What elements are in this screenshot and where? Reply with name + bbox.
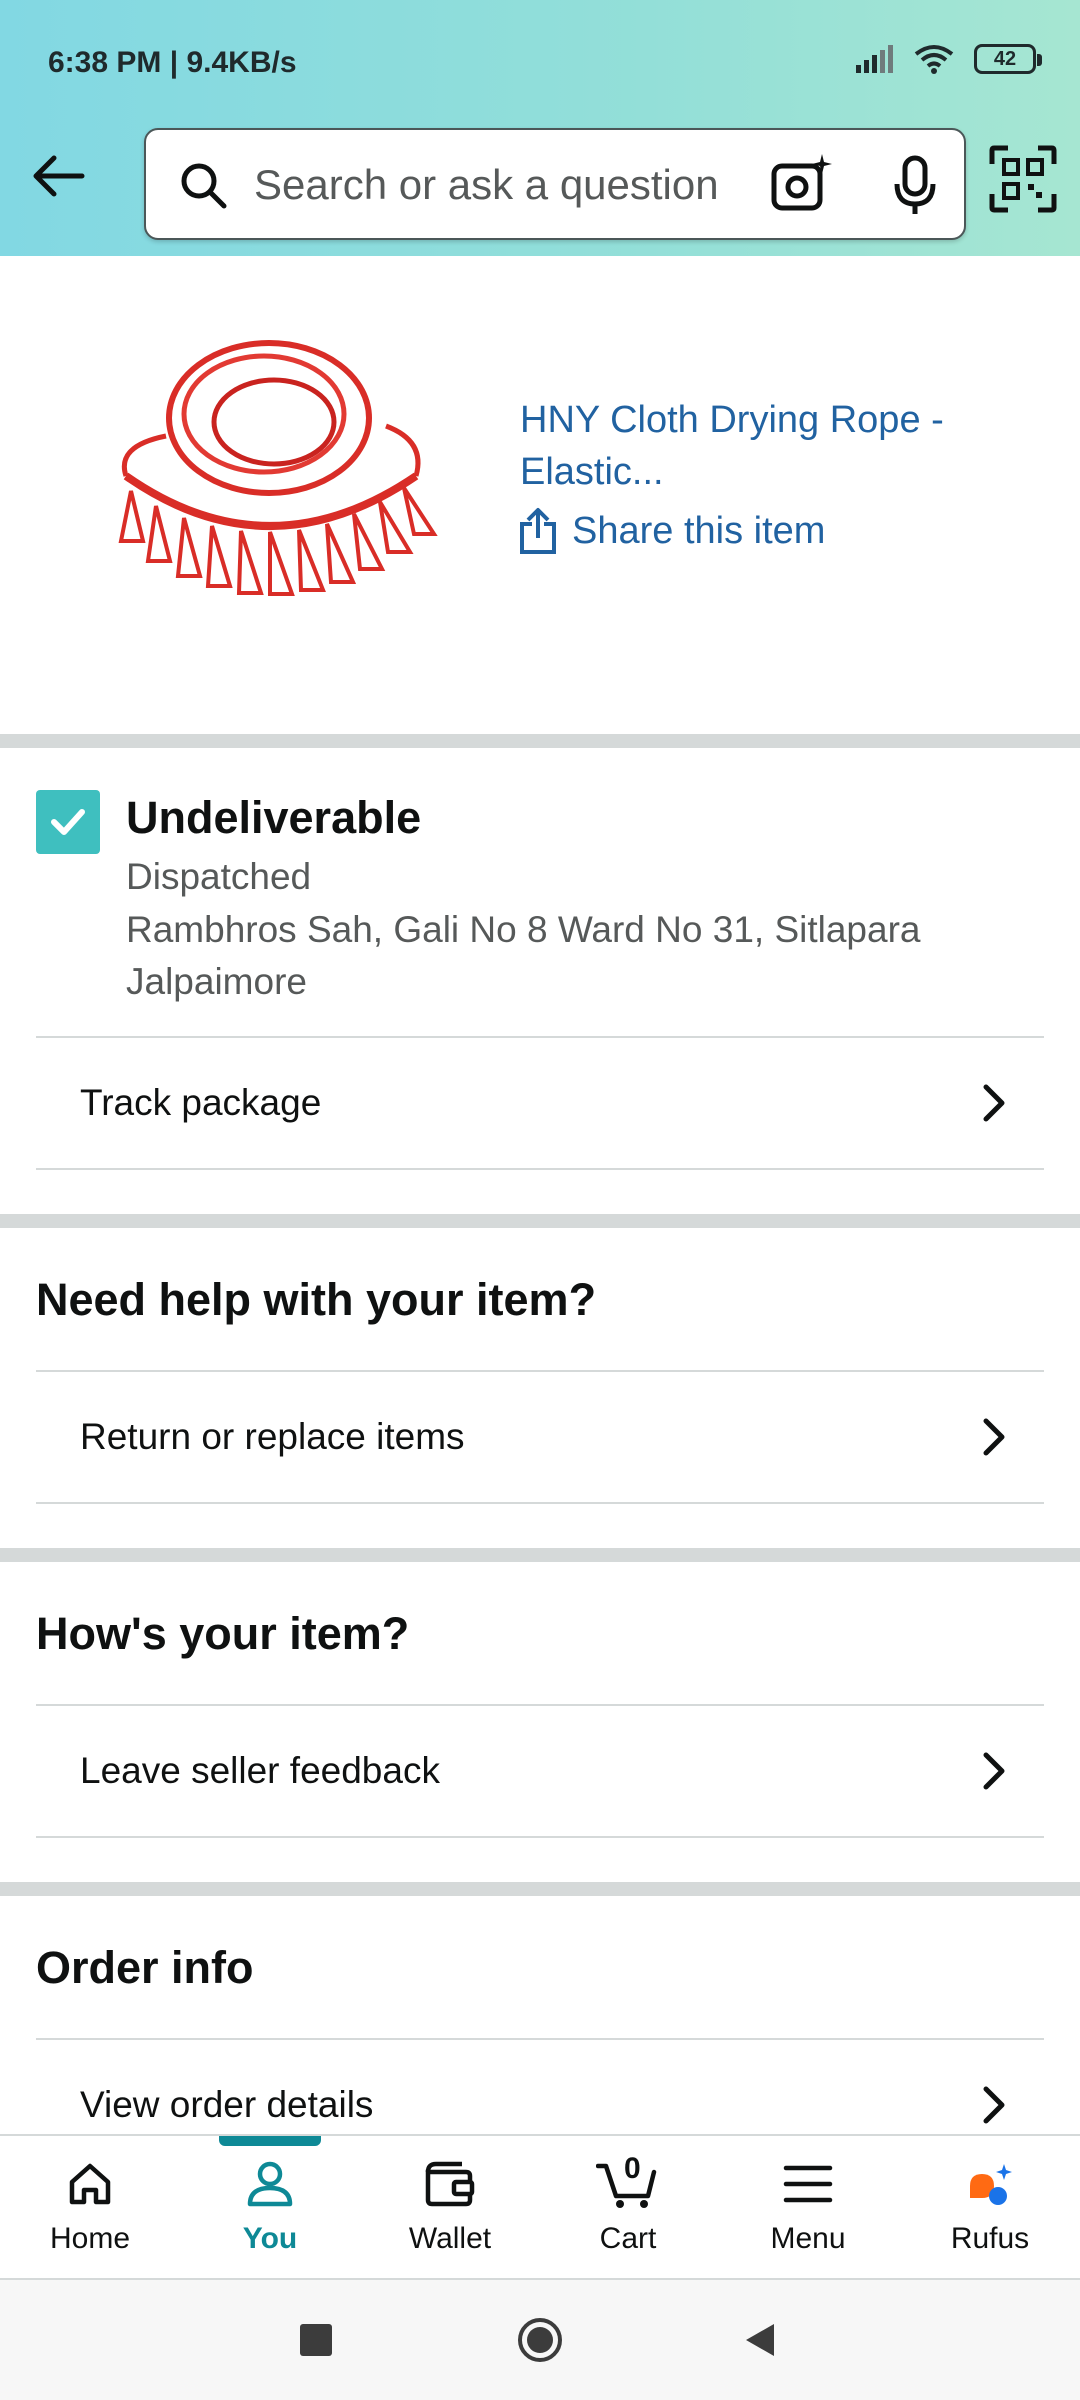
share-icon — [520, 508, 556, 554]
shipment-status: Undeliverable — [126, 792, 422, 843]
status-bar: 6:38 PM | 9.4KB/s 42 — [0, 0, 1080, 130]
divider — [36, 1168, 1044, 1170]
back-button[interactable] — [22, 140, 94, 212]
search-bar[interactable] — [144, 128, 966, 240]
nav-wallet-label: Wallet — [408, 2222, 492, 2255]
product-title-line1: HNY Cloth Drying Rope - — [520, 399, 944, 441]
back-button-icon[interactable] — [740, 2320, 780, 2360]
share-label: Share this item — [572, 509, 826, 552]
nav-cart-label: Cart — [599, 2222, 657, 2255]
chevron-right-icon — [983, 1084, 1005, 1122]
chevron-right-icon — [983, 1752, 1005, 1790]
address-line2: Jalpaimore — [126, 961, 307, 1002]
product-image[interactable] — [86, 326, 452, 646]
address-line1: Rambhros Sah, Gali No 8 Ward No 31, Sitl… — [126, 909, 921, 950]
nav-home-label: Home — [49, 2222, 131, 2255]
track-package-label: Track package — [80, 1082, 322, 1123]
shipment-substatus: Dispatched — [126, 856, 312, 897]
seller-feedback-label: Leave seller feedback — [80, 1750, 440, 1791]
seller-feedback-row[interactable]: Leave seller feedback — [36, 1706, 1044, 1836]
section-divider — [0, 1882, 1080, 1896]
share-item-button[interactable]: Share this item — [518, 506, 825, 556]
nav-cart[interactable]: 0 Cart — [548, 2152, 708, 2268]
wifi-icon — [914, 45, 954, 74]
product-title-line2: Elastic... — [520, 451, 664, 493]
chevron-right-icon — [983, 1418, 1005, 1456]
section-divider — [0, 1548, 1080, 1562]
status-icons: 42 — [854, 44, 1042, 74]
battery-icon: 42 — [974, 44, 1042, 74]
nav-menu-label: Menu — [770, 2222, 846, 2255]
menu-icon — [783, 2165, 833, 2203]
rufus-icon — [970, 2164, 1012, 2205]
battery-level: 42 — [993, 48, 1017, 70]
divider — [36, 1502, 1044, 1504]
product-section: HNY Cloth Drying Rope - Elastic... Share… — [0, 256, 1080, 734]
bottom-navigation: Home You Wallet 0 Cart Menu Rufus — [0, 2134, 1080, 2276]
return-replace-row[interactable]: Return or replace items — [36, 1372, 1044, 1502]
signal-icon — [856, 45, 893, 73]
feedback-heading: How's your item? — [36, 1608, 410, 1659]
section-divider — [0, 734, 1080, 748]
order-info-heading: Order info — [36, 1942, 254, 1993]
home-button-icon[interactable] — [516, 2316, 564, 2364]
nav-wallet[interactable]: Wallet — [370, 2158, 530, 2268]
nav-rufus-label: Rufus — [950, 2222, 1030, 2255]
nav-home[interactable]: Home — [10, 2158, 170, 2268]
cart-icon-wrap: 0 — [596, 2152, 660, 2210]
section-divider — [0, 1214, 1080, 1228]
qr-scan-icon[interactable] — [988, 144, 1058, 214]
cart-count-badge: 0 — [624, 2152, 641, 2185]
return-replace-label: Return or replace items — [80, 1416, 465, 1457]
nav-rufus[interactable]: Rufus — [910, 2158, 1070, 2268]
shipping-address: Rambhros Sah, Gali No 8 Ward No 31, Sitl… — [126, 904, 986, 1008]
product-title-link[interactable]: HNY Cloth Drying Rope - Elastic... — [520, 394, 1020, 498]
recents-button-icon[interactable] — [298, 2322, 334, 2358]
clock: 6:38 PM — [48, 46, 162, 79]
active-tab-indicator — [219, 2136, 321, 2146]
network-speed: 9.4KB/s — [186, 46, 297, 79]
wallet-icon — [425, 2161, 475, 2207]
nav-you[interactable]: You — [190, 2158, 350, 2268]
help-heading: Need help with your item? — [36, 1274, 597, 1325]
chevron-right-icon — [983, 2086, 1005, 2124]
header: 6:38 PM | 9.4KB/s 42 — [0, 0, 1080, 256]
status-check-icon — [36, 790, 100, 854]
camera-lens-icon[interactable] — [766, 150, 836, 220]
divider — [36, 1836, 1044, 1838]
person-icon — [247, 2161, 293, 2207]
track-package-row[interactable]: Track package — [36, 1038, 1044, 1168]
status-time: 6:38 PM | 9.4KB/s — [48, 46, 297, 79]
microphone-icon[interactable] — [880, 150, 950, 220]
system-navigation-bar — [0, 2278, 1080, 2400]
search-icon — [181, 163, 227, 209]
view-order-details-label: View order details — [80, 2084, 374, 2125]
home-icon — [69, 2163, 111, 2205]
arrow-left-icon — [33, 155, 85, 197]
nav-you-label: You — [242, 2222, 298, 2255]
nav-menu[interactable]: Menu — [728, 2158, 888, 2268]
